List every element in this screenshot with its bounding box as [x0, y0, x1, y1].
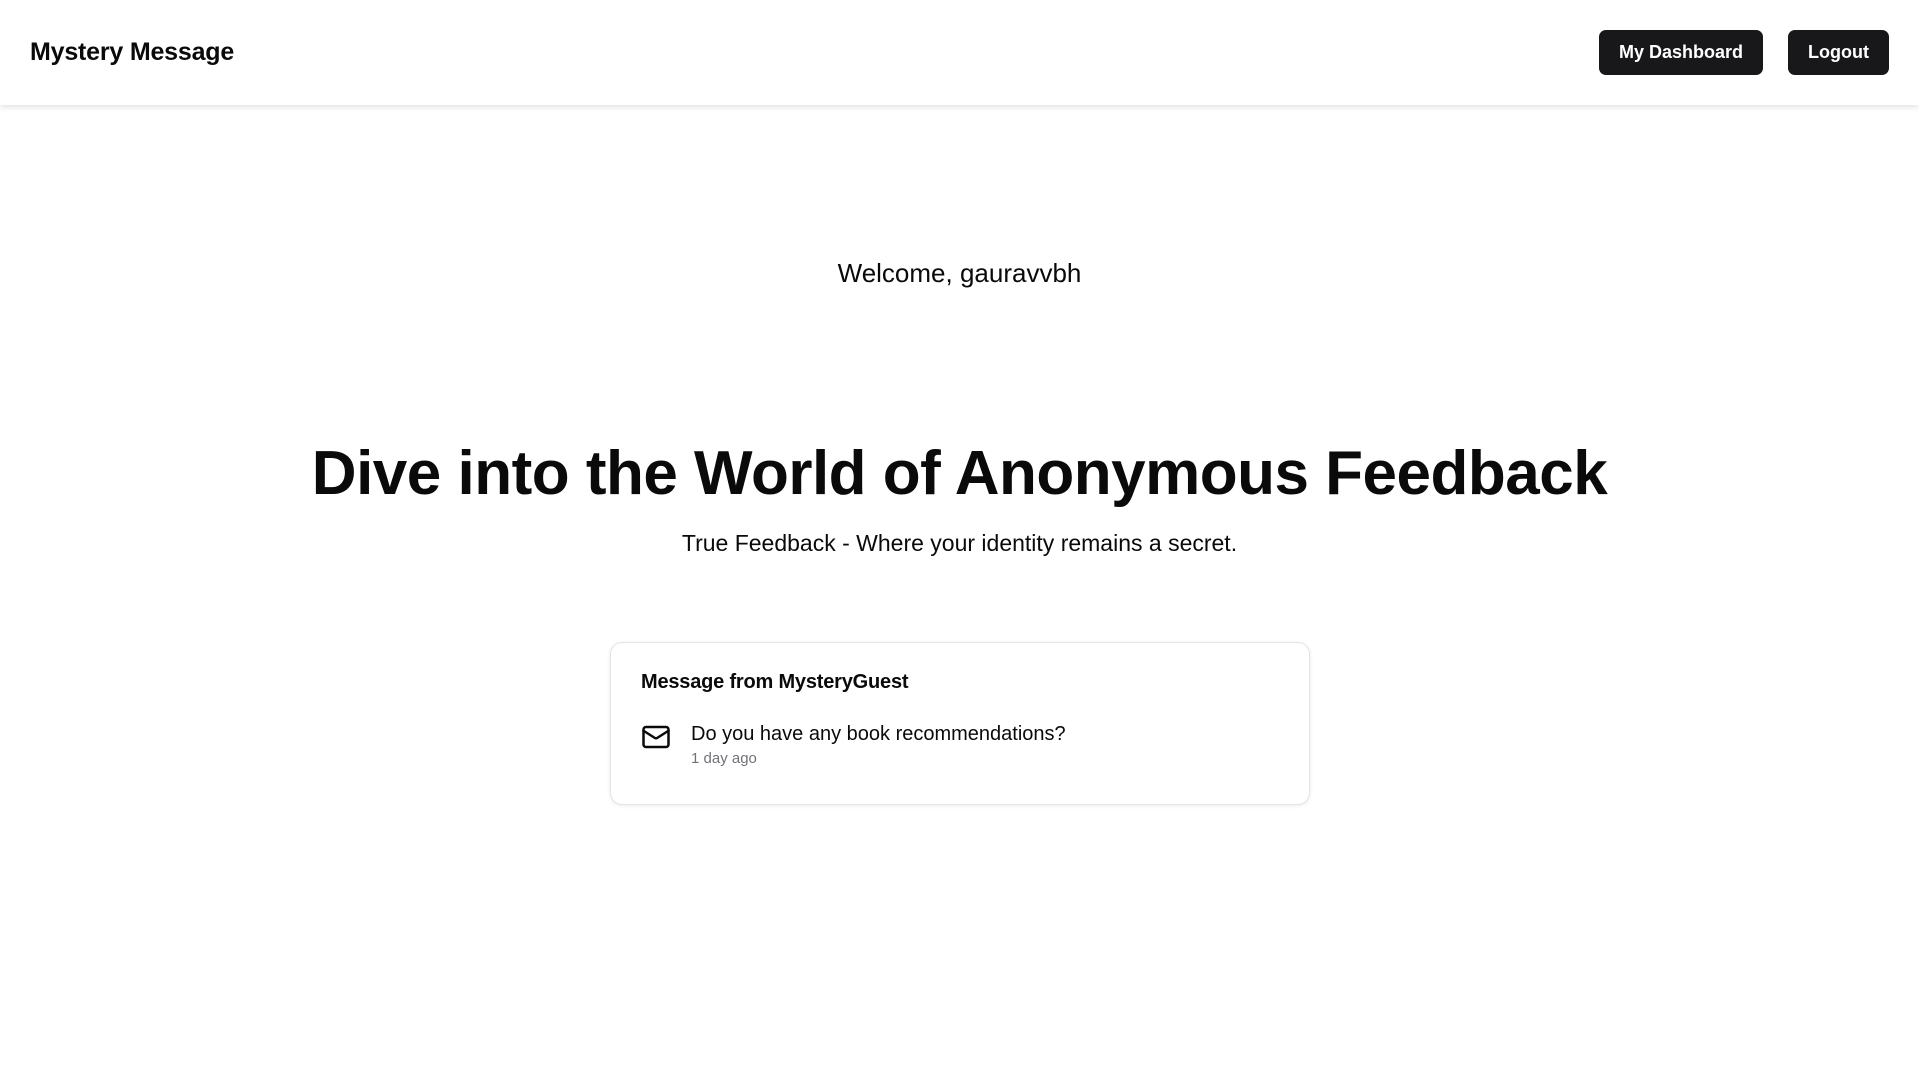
welcome-text: Welcome, gauravvbh — [837, 258, 1082, 288]
top-navbar: Mystery Message My Dashboard Logout — [0, 0, 1919, 105]
message-card-title: Message from MysteryGuest — [641, 671, 909, 693]
page-subheadline: True Feedback - Where your identity rema… — [681, 530, 1238, 556]
message-body: Do you have any book recommendations? 1 … — [691, 722, 1066, 767]
message-card[interactable]: Message from MysteryGuest Do you have an… — [610, 642, 1310, 805]
message-row: Do you have any book recommendations? 1 … — [641, 722, 1279, 767]
my-dashboard-button[interactable]: My Dashboard — [1598, 30, 1764, 75]
brand-title[interactable]: Mystery Message — [30, 38, 234, 67]
logout-button[interactable]: Logout — [1788, 30, 1889, 75]
page-headline: Dive into the World of Anonymous Feedbac… — [311, 439, 1608, 508]
nav-actions: My Dashboard Logout — [1598, 30, 1889, 75]
message-timestamp: 1 day ago — [691, 750, 757, 767]
message-content: Do you have any book recommendations? — [691, 723, 1066, 745]
mail-icon — [641, 722, 671, 752]
